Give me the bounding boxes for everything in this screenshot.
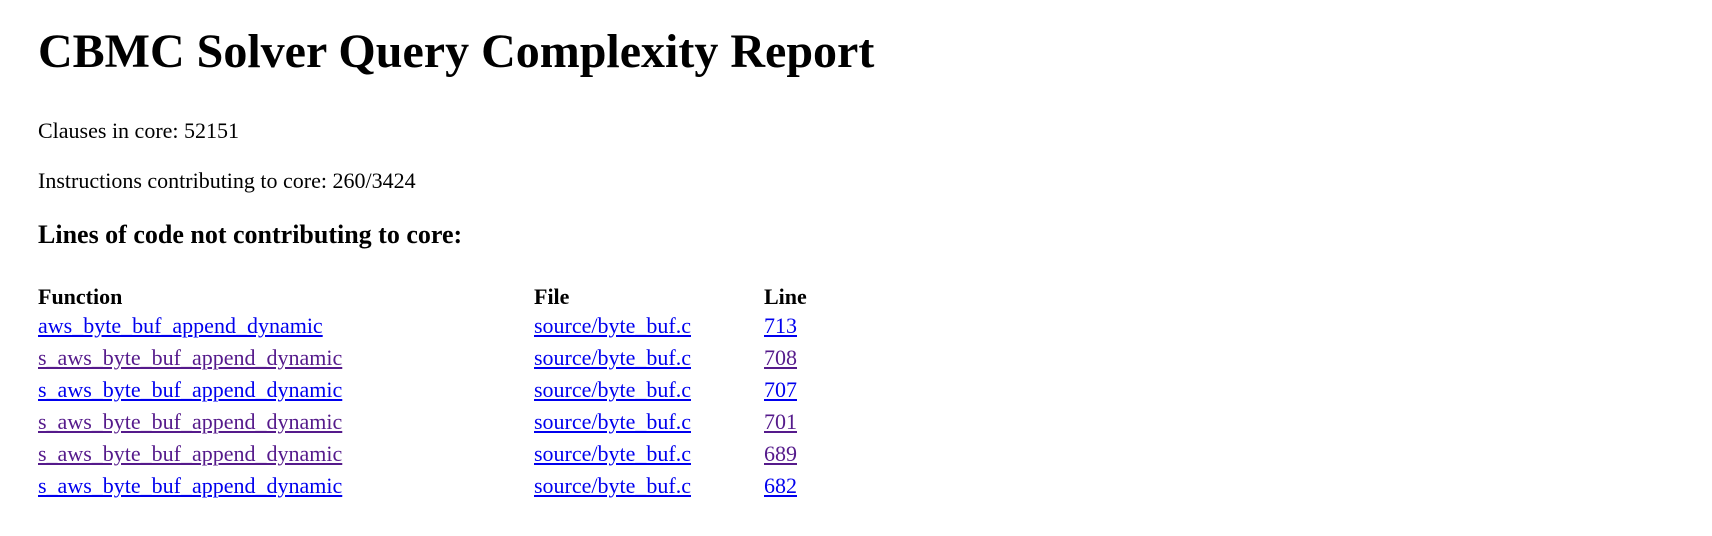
file-link[interactable]: source/byte_buf.c bbox=[534, 313, 691, 338]
function-link[interactable]: s_aws_byte_buf_append_dynamic bbox=[38, 441, 342, 466]
function-link[interactable]: s_aws_byte_buf_append_dynamic bbox=[38, 345, 342, 370]
line-link[interactable]: 713 bbox=[764, 313, 797, 338]
table-row: s_aws_byte_buf_append_dynamic source/byt… bbox=[38, 406, 824, 438]
line-link[interactable]: 708 bbox=[764, 345, 797, 370]
line-link[interactable]: 689 bbox=[764, 441, 797, 466]
line-link[interactable]: 701 bbox=[764, 409, 797, 434]
file-link[interactable]: source/byte_buf.c bbox=[534, 441, 691, 466]
table-row: s_aws_byte_buf_append_dynamic source/byt… bbox=[38, 438, 824, 470]
column-header-line: Line bbox=[764, 284, 807, 309]
table-header-row: Function File Line bbox=[38, 276, 824, 310]
line-link[interactable]: 682 bbox=[764, 473, 797, 498]
function-link[interactable]: s_aws_byte_buf_append_dynamic bbox=[38, 473, 342, 498]
function-link[interactable]: s_aws_byte_buf_append_dynamic bbox=[38, 409, 342, 434]
function-link[interactable]: s_aws_byte_buf_append_dynamic bbox=[38, 377, 342, 402]
clauses-in-core: Clauses in core: 52151 bbox=[38, 118, 240, 143]
table-row: s_aws_byte_buf_append_dynamic source/byt… bbox=[38, 342, 824, 374]
column-header-function: Function bbox=[38, 284, 123, 309]
file-link[interactable]: source/byte_buf.c bbox=[534, 409, 691, 434]
page-title: CBMC Solver Query Complexity Report bbox=[38, 25, 875, 78]
file-link[interactable]: source/byte_buf.c bbox=[534, 345, 691, 370]
line-link[interactable]: 707 bbox=[764, 377, 797, 402]
function-link[interactable]: aws_byte_buf_append_dynamic bbox=[38, 313, 323, 338]
file-link[interactable]: source/byte_buf.c bbox=[534, 473, 691, 498]
instructions-contributing: Instructions contributing to core: 260/3… bbox=[38, 168, 416, 193]
column-header-file: File bbox=[534, 284, 570, 309]
table-row: aws_byte_buf_append_dynamic source/byte_… bbox=[38, 310, 824, 342]
non-contributing-lines-table: Function File Line aws_byte_buf_append_d… bbox=[34, 276, 828, 502]
report-page: CBMC Solver Query Complexity Report Clau… bbox=[0, 0, 1712, 502]
section-heading: Lines of code not contributing to core: bbox=[38, 220, 463, 249]
table-row: s_aws_byte_buf_append_dynamic source/byt… bbox=[38, 374, 824, 406]
table-row: s_aws_byte_buf_append_dynamic source/byt… bbox=[38, 470, 824, 502]
file-link[interactable]: source/byte_buf.c bbox=[534, 377, 691, 402]
